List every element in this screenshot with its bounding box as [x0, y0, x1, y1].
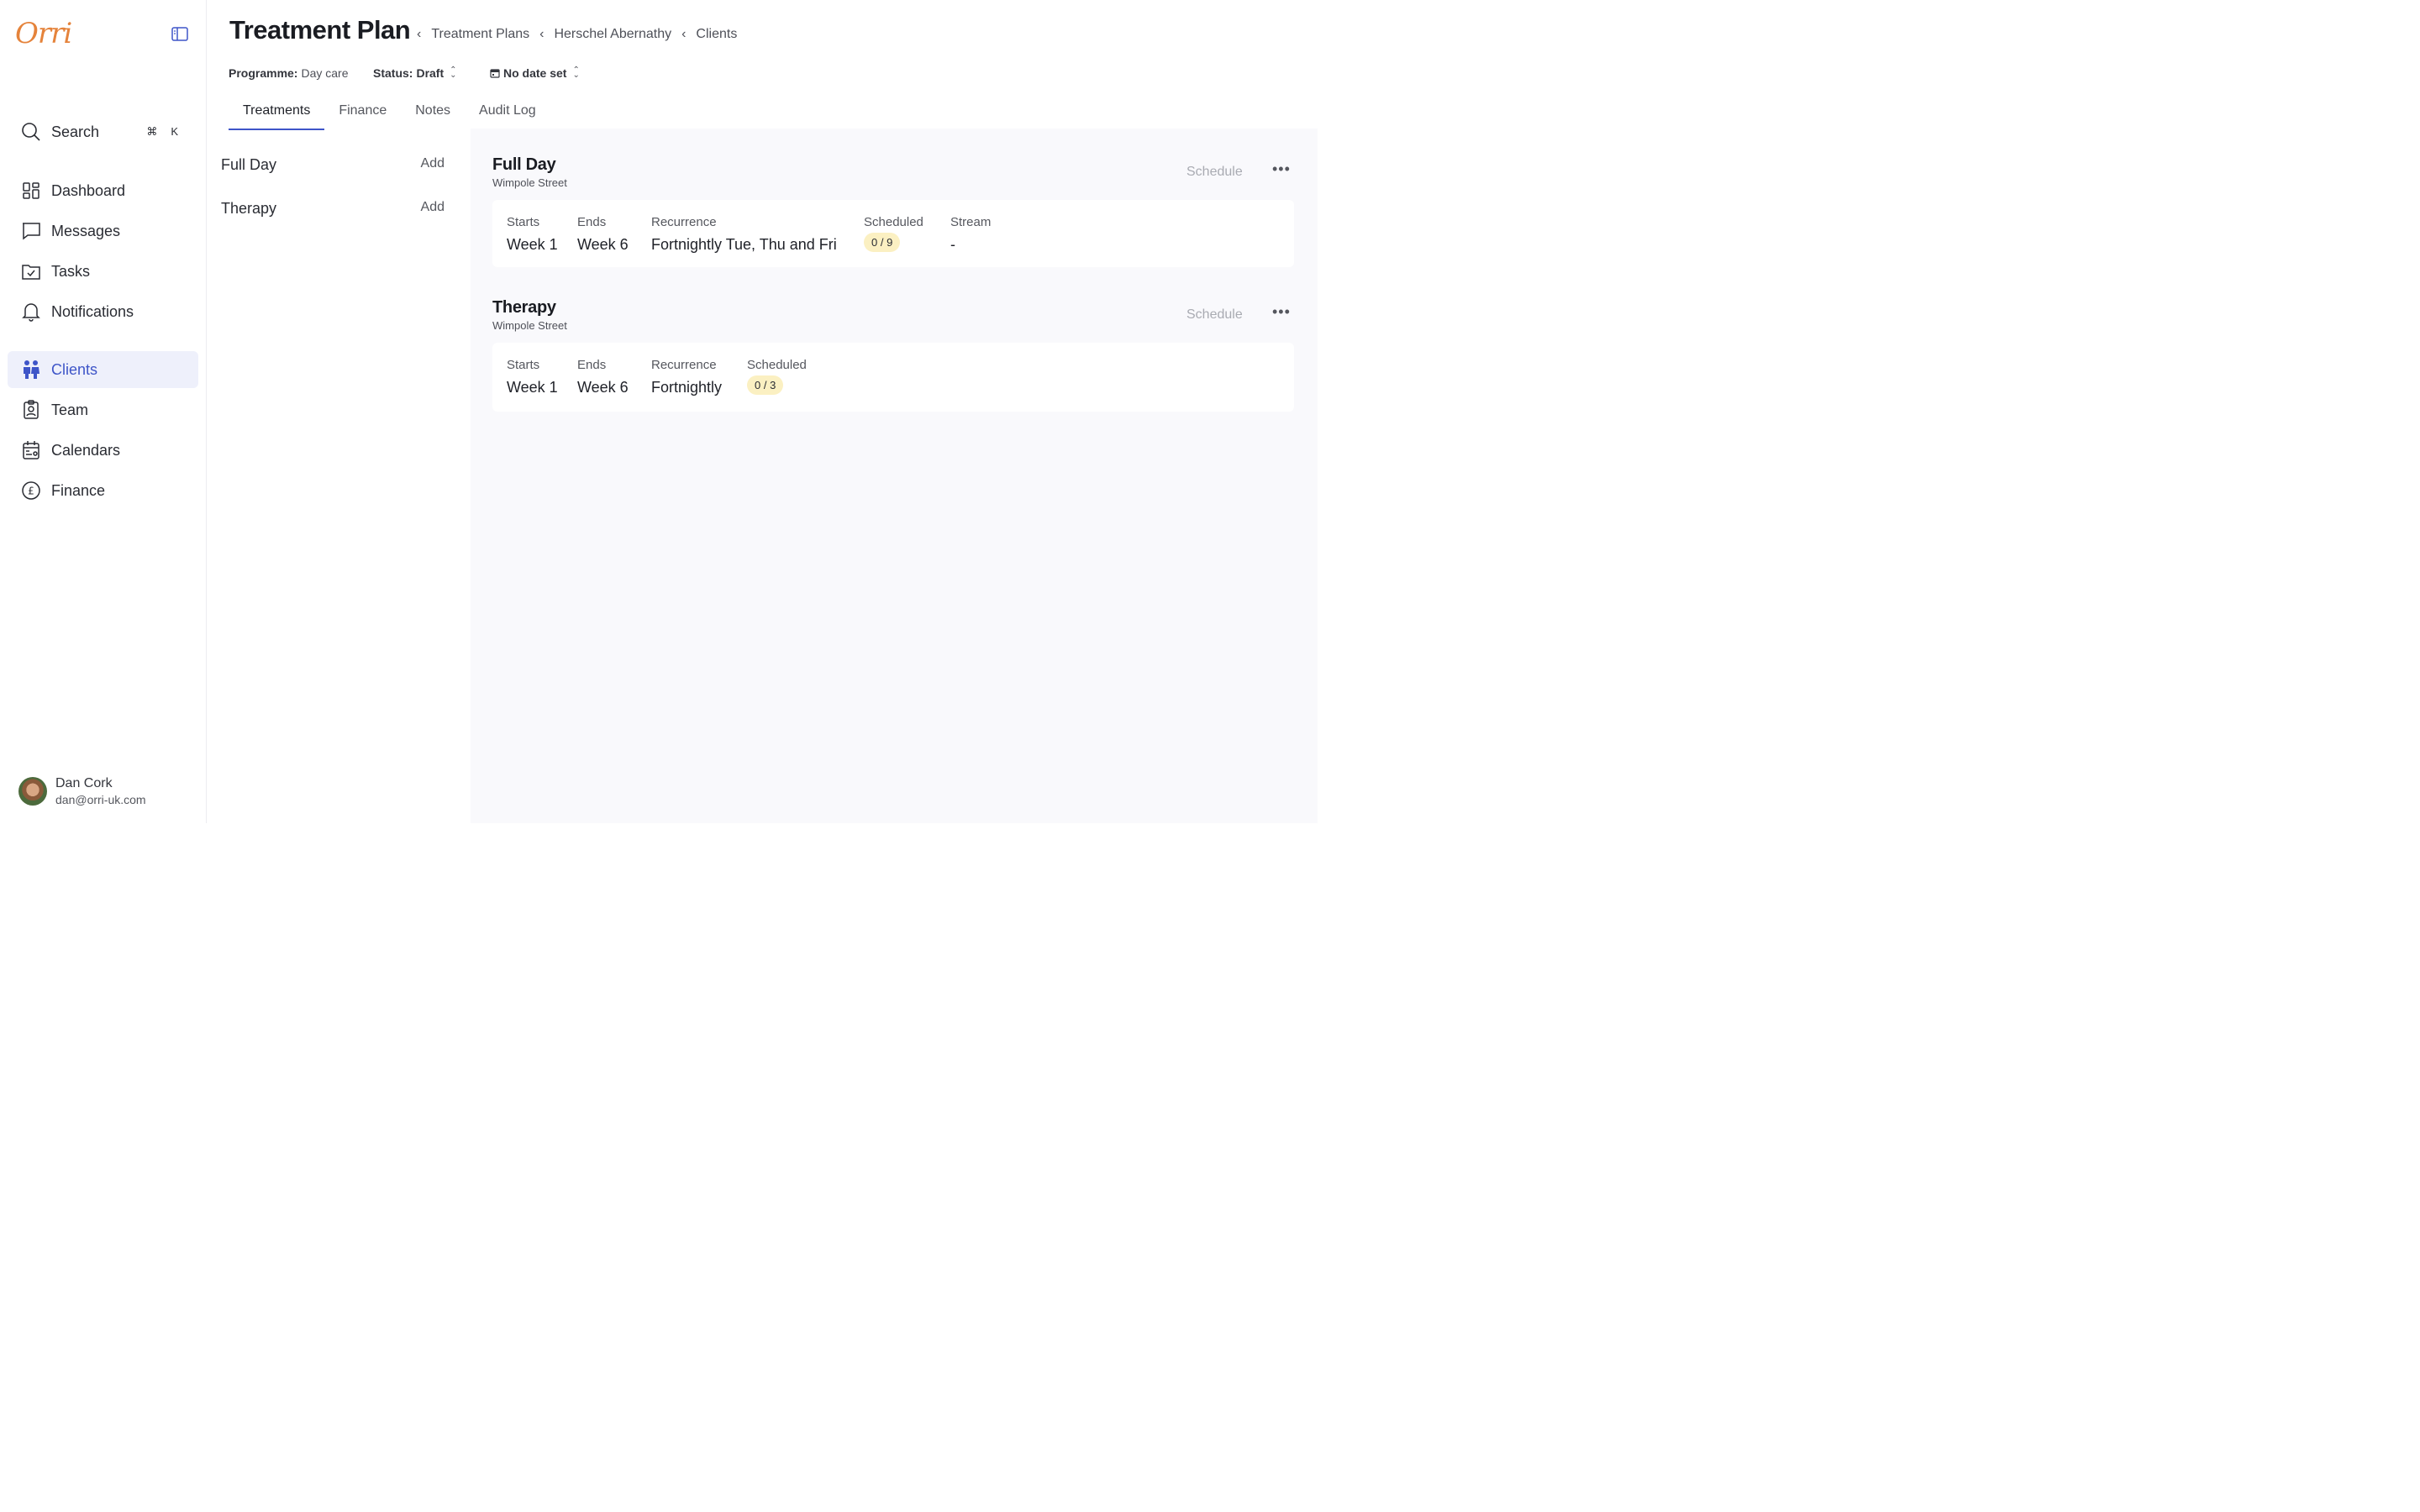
block-location: Wimpole Street	[492, 319, 567, 332]
people-icon	[21, 360, 41, 380]
calendar-small-icon	[490, 68, 500, 78]
sidebar-item-notifications[interactable]: Notifications	[8, 293, 198, 330]
sidebar-item-label: Tasks	[51, 262, 91, 280]
add-button[interactable]: Add	[421, 156, 445, 174]
sidebar-item-label: Calendars	[51, 441, 121, 459]
bell-icon	[21, 302, 41, 322]
search-icon	[21, 122, 41, 142]
starts-column: Starts Week 1	[507, 215, 558, 253]
tab-bar: Treatments Finance Notes Audit Log	[229, 101, 550, 130]
list-item: Full Day Add	[221, 156, 445, 174]
block-title: Therapy	[492, 298, 556, 317]
chevron-left-icon: ‹	[539, 27, 544, 41]
sidebar-item-tasks[interactable]: Tasks	[8, 253, 198, 290]
programme-field: Programme: Day care	[229, 66, 349, 80]
sidebar-toggle-icon[interactable]	[171, 26, 189, 43]
sidebar-item-messages[interactable]: Messages	[8, 213, 198, 249]
sidebar-item-finance[interactable]: £ Finance	[8, 472, 198, 509]
recurrence-column: Recurrence Fortnightly Tue, Thu and Fri	[651, 215, 837, 253]
sidebar-item-dashboard[interactable]: Dashboard	[8, 172, 198, 209]
recurrence-column: Recurrence Fortnightly	[651, 358, 723, 396]
chevron-left-icon: ‹	[417, 27, 422, 41]
treatment-name: Full Day	[221, 156, 277, 173]
treatment-detail-panel: Full Day Wimpole Street Schedule ••• Sta…	[471, 129, 1318, 823]
scheduled-badge: 0 / 9	[864, 233, 901, 252]
more-options-icon[interactable]: •••	[1272, 160, 1291, 178]
scheduled-column: Scheduled 0 / 9	[864, 215, 923, 252]
sidebar-item-label: Messages	[51, 222, 121, 239]
sidebar-item-label: Dashboard	[51, 181, 126, 199]
breadcrumb-link[interactable]: Clients	[696, 27, 737, 42]
breadcrumb-link[interactable]: Herschel Abernathy	[554, 27, 671, 42]
chevron-up-down-icon: ⌃ ⌄	[450, 66, 457, 80]
folder-check-icon	[21, 261, 41, 281]
list-item: Therapy Add	[221, 200, 445, 218]
treatment-card: Starts Week 1 Ends Week 6 Recurrence For…	[492, 343, 1294, 412]
schedule-button[interactable]: Schedule	[1186, 307, 1243, 323]
sidebar-item-label: Clients	[51, 360, 98, 378]
more-options-icon[interactable]: •••	[1272, 303, 1291, 321]
scheduled-column: Scheduled 0 / 3	[747, 358, 807, 395]
search-shortcut: ⌘ K	[146, 125, 178, 138]
starts-column: Starts Week 1	[507, 358, 558, 396]
breadcrumb-link[interactable]: Treatment Plans	[431, 27, 529, 42]
date-select[interactable]: No date set ⌃ ⌄	[490, 66, 580, 80]
sidebar-item-label: Finance	[51, 481, 106, 499]
svg-text:£: £	[28, 486, 34, 497]
pound-icon: £	[21, 480, 41, 501]
message-icon	[21, 221, 41, 241]
schedule-button[interactable]: Schedule	[1186, 165, 1243, 180]
chevron-up-down-icon: ⌃ ⌄	[572, 66, 580, 80]
status-select[interactable]: Status: Draft ⌃ ⌄	[373, 66, 457, 81]
tab-audit-log[interactable]: Audit Log	[465, 101, 550, 130]
tab-notes[interactable]: Notes	[401, 101, 465, 130]
breadcrumb: ‹ Treatment Plans ‹ Herschel Abernathy ‹…	[413, 27, 737, 42]
chevron-left-icon: ‹	[681, 27, 687, 41]
treatment-name: Therapy	[221, 200, 277, 217]
badge-icon	[21, 400, 41, 420]
calendar-icon	[21, 440, 41, 460]
stream-column: Stream -	[950, 215, 992, 253]
user-profile[interactable]: Dan Cork dan@orri-uk.com	[18, 776, 146, 806]
page-title: Treatment Plan	[229, 15, 411, 45]
block-title: Full Day	[492, 155, 556, 174]
avatar	[18, 777, 47, 806]
add-button[interactable]: Add	[421, 200, 445, 218]
treatment-card: Starts Week 1 Ends Week 6 Recurrence For…	[492, 200, 1294, 267]
ends-column: Ends Week 6	[577, 358, 629, 396]
sidebar-item-calendars[interactable]: Calendars	[8, 432, 198, 469]
block-location: Wimpole Street	[492, 176, 567, 189]
sidebar: Orri Search ⌘K Dashboard Messages Tasks	[0, 0, 207, 823]
sidebar-item-team[interactable]: Team	[8, 391, 198, 428]
scheduled-badge: 0 / 3	[747, 375, 784, 395]
tab-finance[interactable]: Finance	[324, 101, 401, 130]
ends-column: Ends Week 6	[577, 215, 629, 253]
search-button[interactable]: Search ⌘ K	[8, 113, 198, 150]
orri-logo[interactable]: Orri	[15, 17, 72, 50]
user-email: dan@orri-uk.com	[55, 793, 146, 806]
sidebar-item-label: Team	[51, 401, 89, 418]
search-label: Search	[51, 123, 100, 140]
sidebar-item-clients[interactable]: Clients	[8, 351, 198, 388]
grid-icon	[21, 181, 41, 201]
sidebar-item-label: Notifications	[51, 302, 134, 320]
tab-treatments[interactable]: Treatments	[229, 101, 325, 130]
user-name: Dan Cork	[55, 776, 113, 790]
